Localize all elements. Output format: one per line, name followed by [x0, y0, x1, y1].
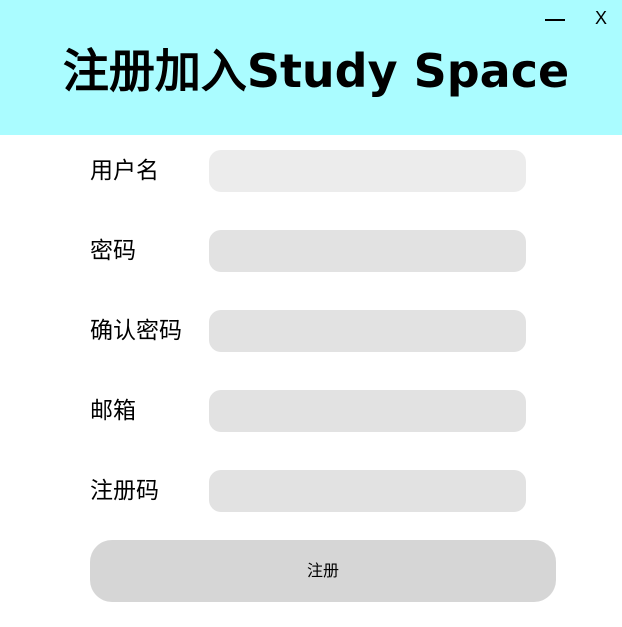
register-button[interactable]: 注册: [90, 540, 556, 602]
username-label: 用户名: [90, 158, 159, 184]
email-field[interactable]: [209, 390, 526, 432]
close-button[interactable]: X: [588, 4, 614, 32]
email-label: 邮箱: [90, 398, 136, 424]
password-label: 密码: [90, 238, 136, 264]
username-field[interactable]: [209, 150, 526, 192]
page-title: 注册加入Study Space: [62, 44, 570, 98]
confirm-password-field[interactable]: [209, 310, 526, 352]
confirm-password-label: 确认密码: [90, 318, 182, 344]
minimize-button[interactable]: [540, 4, 572, 32]
header-banner: X 注册加入Study Space: [0, 0, 622, 135]
registration-code-field[interactable]: [209, 470, 526, 512]
password-field[interactable]: [209, 230, 526, 272]
registration-code-label: 注册码: [90, 478, 159, 504]
minimize-icon: [545, 19, 565, 21]
